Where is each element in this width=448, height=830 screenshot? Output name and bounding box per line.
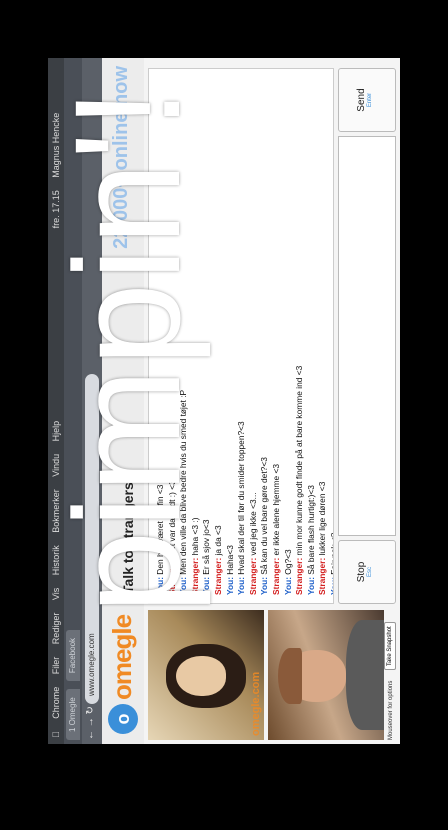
- chat-message: Stranger: min mor kunne godt finde på at…: [294, 77, 306, 595]
- menu-file[interactable]: Filer: [51, 657, 61, 675]
- chat-message: You: Så bare flash hurtigt:)<3: [306, 77, 318, 595]
- chat-text: Så bare flash hurtigt:)<3: [305, 485, 316, 575]
- photo-frame:  Chrome Filer Rediger Vis Historik Bokm…: [0, 0, 448, 830]
- self-hair: [278, 648, 302, 704]
- stop-hint: Esc: [367, 567, 373, 578]
- chat-sender: You:: [282, 577, 293, 595]
- chat-message: You: Fair nok <3: [329, 77, 334, 595]
- snapshot-button[interactable]: Take Snapshot: [384, 622, 396, 670]
- chat-text: min mor kunne godt finde på at bare komm…: [294, 365, 305, 556]
- chat-message: You: Og?<3: [283, 77, 295, 595]
- chat-sender: Stranger:: [317, 557, 328, 595]
- chat-text: Fair nok <3: [328, 532, 334, 575]
- chat-text: Og?<3: [282, 549, 293, 575]
- stop-label: Stop: [356, 561, 367, 583]
- send-label: Send: [356, 88, 367, 112]
- stop-button[interactable]: Stop Esc: [338, 540, 396, 604]
- chat-sender: Stranger:: [294, 557, 305, 595]
- chat-sender: You:: [305, 577, 316, 595]
- chat-message: Stranger: er ikke alene hjemme <3: [271, 77, 283, 595]
- chat-message: Stranger: lukker lige døren <3: [317, 77, 329, 595]
- send-hint: Enter: [367, 92, 373, 108]
- self-video: [268, 610, 384, 740]
- mouseover-note: Mouseover for options: [388, 680, 394, 740]
- send-button[interactable]: Send Enter: [338, 68, 396, 132]
- chat-sender: Stranger:: [270, 557, 281, 595]
- chat-text: lukker lige døren <3: [317, 481, 328, 556]
- apple-icon[interactable]: : [51, 731, 61, 738]
- chat-controls: Stop Esc Send Enter: [338, 68, 396, 604]
- message-input[interactable]: [338, 136, 396, 536]
- chat-text: er ikke alene hjemme <3: [270, 463, 281, 556]
- menu-edit[interactable]: Rediger: [51, 613, 61, 645]
- overlay-caption: pimpin'!: [48, 68, 266, 744]
- landscape-screen:  Chrome Filer Rediger Vis Historik Bokm…: [48, 58, 400, 744]
- overlay-text: pimpin'!: [48, 85, 211, 614]
- self-shirt: [346, 620, 384, 730]
- menu-chrome[interactable]: Chrome: [51, 687, 61, 719]
- chat-sender: You:: [328, 577, 334, 595]
- rotated-screen:  Chrome Filer Rediger Vis Historik Bokm…: [48, 58, 400, 744]
